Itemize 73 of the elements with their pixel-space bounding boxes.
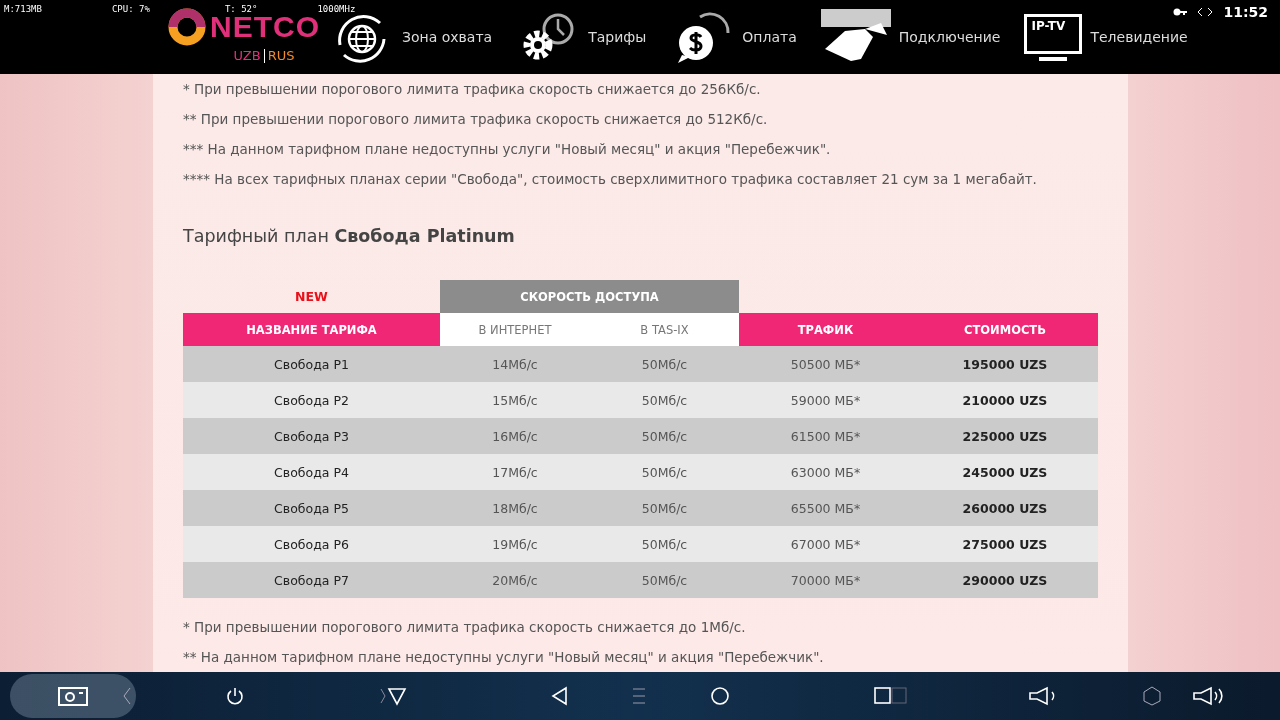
- footnote: * При превышении порогового лимита трафика скорость снижается до 256Кб/с.: [183, 80, 762, 99]
- key-icon: [1173, 7, 1188, 17]
- clock-time: 11:52: [1223, 4, 1268, 20]
- nav-link[interactable]: Тарифы: [588, 29, 647, 45]
- table-cell: 50Мб/с: [590, 418, 739, 454]
- table-cell: 260000 UZS: [912, 490, 1098, 526]
- hexagon-icon[interactable]: [1142, 686, 1162, 706]
- cpu-reading: CPU: 7%: [111, 4, 150, 14]
- table-cell: 70000 МБ*: [739, 562, 912, 598]
- table-cell: 50Мб/с: [590, 526, 739, 562]
- table-cell: 50500 МБ*: [739, 346, 912, 382]
- temperature-reading: T: 52°: [224, 4, 258, 14]
- frequency-reading: 1000MHz: [317, 4, 356, 14]
- table-cell: Свобода P1: [183, 346, 440, 382]
- power-icon[interactable]: [225, 686, 245, 706]
- table-cell: 18Мб/с: [440, 490, 590, 526]
- nav-link[interactable]: Зона охвата: [402, 29, 493, 45]
- nav-link[interactable]: Оплата: [742, 29, 797, 45]
- table-cell: 59000 МБ*: [739, 382, 912, 418]
- recent-apps-icon[interactable]: [874, 686, 908, 706]
- table-cell: 195000 UZS: [912, 346, 1098, 382]
- table-cell: 14Мб/с: [440, 346, 590, 382]
- table-cell: Свобода P2: [183, 382, 440, 418]
- ring-logo-icon: [168, 8, 206, 46]
- table-cell: 67000 МБ*: [739, 526, 912, 562]
- table-cell: 65500 МБ*: [739, 490, 912, 526]
- table-cell: 61500 МБ*: [739, 418, 912, 454]
- column-header: НАЗВАНИЕ ТАРИФА: [183, 313, 440, 346]
- table-cell: Свобода P3: [183, 418, 440, 454]
- table-cell: 50Мб/с: [590, 382, 739, 418]
- table-cell: 210000 UZS: [912, 382, 1098, 418]
- table-cell: 50Мб/с: [590, 346, 739, 382]
- column-header: СТОИМОСТЬ: [912, 313, 1098, 346]
- nav-link[interactable]: Телевидение: [1090, 29, 1188, 45]
- home-icon[interactable]: [710, 686, 730, 706]
- table-cell: Свобода P4: [183, 454, 440, 490]
- footnote: ** На данном тарифном плане недоступны услуги "Новый месяц" и акция "Перебежчик".: [183, 648, 825, 667]
- table-cell: 225000 UZS: [912, 418, 1098, 454]
- hide-bar-icon[interactable]: [380, 686, 408, 706]
- column-header: В ИНТЕРНЕТ: [440, 313, 590, 346]
- group-header: СКОРОСТЬ ДОСТУПА: [440, 280, 739, 313]
- table-cell: Свобода P7: [183, 562, 440, 598]
- table-cell: 50Мб/с: [590, 454, 739, 490]
- chevron-left-icon[interactable]: [122, 686, 132, 706]
- table-cell: 50Мб/с: [590, 490, 739, 526]
- table-cell: Свобода P6: [183, 526, 440, 562]
- footnote: * При превышении порогового лимита трафика скорость снижается до 1Мб/с.: [183, 618, 747, 637]
- new-label: NEW: [294, 288, 329, 306]
- memory-reading: M:713MB: [4, 4, 42, 14]
- table-cell: 275000 UZS: [912, 526, 1098, 562]
- table-cell: 290000 UZS: [912, 562, 1098, 598]
- table-cell: 16Мб/с: [440, 418, 590, 454]
- volume-up-icon[interactable]: [1192, 686, 1224, 706]
- table-cell: 17Мб/с: [440, 454, 590, 490]
- table-cell: Свобода P5: [183, 490, 440, 526]
- footnote: *** На данном тарифном плане недоступны услуги "Новый месяц" и акция "Перебежчик".: [183, 140, 832, 159]
- column-header: ТРАФИК: [739, 313, 912, 346]
- table-cell: 20Мб/с: [440, 562, 590, 598]
- table-cell: 245000 UZS: [912, 454, 1098, 490]
- plan-title: Тарифный план Свобода Platinum: [183, 226, 516, 246]
- table-cell: 15Мб/с: [440, 382, 590, 418]
- language-link[interactable]: UZB: [233, 48, 261, 63]
- screenshot-icon[interactable]: [58, 686, 88, 706]
- footnote: ** При превышении порогового лимита трафика скорость снижается до 512Кб/с.: [183, 110, 769, 129]
- footnote: **** На всех тарифных планах серии "Свобода", стоимость сверхлимитного трафика составляет 21 сум за 1 мегабайт.: [183, 170, 1038, 189]
- column-header: В TAS-IX: [590, 313, 739, 346]
- data-arrows-icon: [1197, 7, 1214, 17]
- nav-link[interactable]: Подключение: [898, 29, 1001, 45]
- table-cell: 50Мб/с: [590, 562, 739, 598]
- table-cell: 63000 МБ*: [739, 454, 912, 490]
- table-cell: 19Мб/с: [440, 526, 590, 562]
- language-link[interactable]: RUS: [267, 48, 295, 63]
- back-icon[interactable]: [550, 686, 570, 706]
